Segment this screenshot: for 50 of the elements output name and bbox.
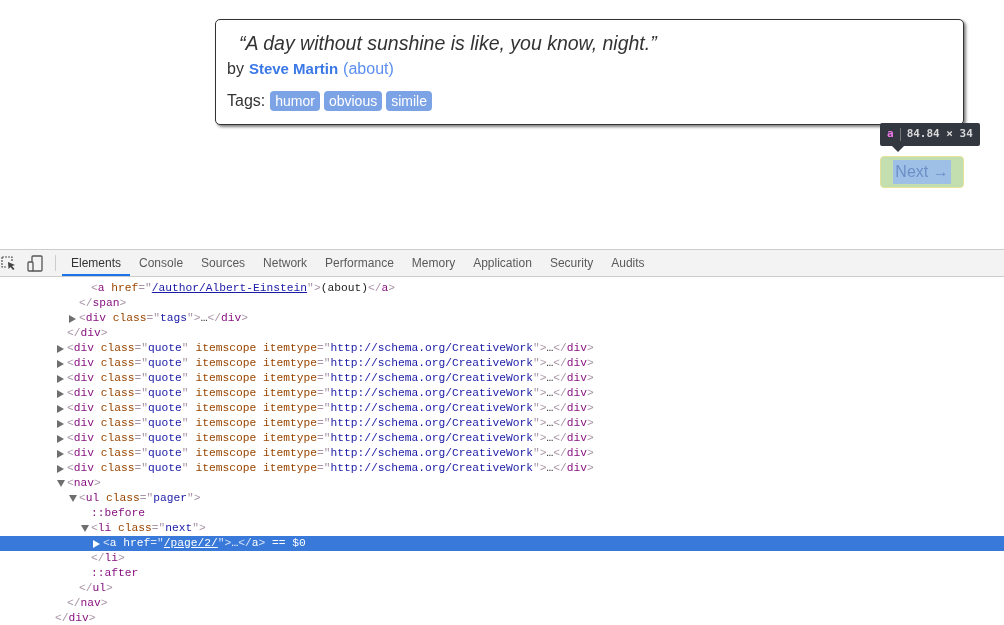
dom-node-line[interactable]: <div class="quote" itemscope itemtype="http://schema.org/CreativeWork">…</div> xyxy=(67,446,594,461)
dom-node-line[interactable]: </nav> xyxy=(67,596,108,611)
dom-node-line[interactable]: ::before xyxy=(91,506,145,521)
device-toolbar-icon[interactable] xyxy=(27,255,43,272)
expanded-triangle-icon[interactable] xyxy=(69,495,77,502)
devtools-tab[interactable]: Application xyxy=(464,250,541,276)
collapsed-triangle-icon[interactable] xyxy=(69,315,76,323)
collapsed-triangle-icon[interactable] xyxy=(57,360,64,368)
dom-node-line[interactable]: ::after xyxy=(91,566,139,581)
devtools-tab[interactable]: Performance xyxy=(316,250,403,276)
dom-node-line[interactable]: <div class="quote" itemscope itemtype="http://schema.org/CreativeWork">…</div> xyxy=(67,401,594,416)
collapsed-triangle-icon[interactable] xyxy=(57,450,64,458)
collapsed-triangle-icon[interactable] xyxy=(57,345,64,353)
author-name: Steve Martin xyxy=(248,59,339,79)
collapsed-triangle-icon[interactable] xyxy=(57,375,64,383)
dom-node-line[interactable]: <div class="quote" itemscope itemtype="http://schema.org/CreativeWork">…</div> xyxy=(67,371,594,386)
devtools-tab[interactable]: Sources xyxy=(192,250,255,276)
inspect-tooltip: a 84.84 × 34 xyxy=(880,123,980,146)
dom-node-line[interactable]: <nav> xyxy=(67,476,101,491)
quote-text: “A day without sunshine is like, you know, night.” xyxy=(238,31,657,56)
dom-node-line[interactable]: <div class="quote" itemscope itemtype="http://schema.org/CreativeWork">…</div> xyxy=(67,356,594,371)
dom-node-line[interactable]: <div class="tags">…</div> xyxy=(79,311,248,326)
dom-node-line[interactable]: <div class="quote" itemscope itemtype="http://schema.org/CreativeWork">…</div> xyxy=(67,461,594,476)
dom-node-line[interactable]: </span> xyxy=(79,296,127,311)
dom-node-line[interactable]: </div> xyxy=(67,326,108,341)
devtools-tab[interactable]: Audits xyxy=(602,250,654,276)
dom-node-line[interactable]: <div class="quote" itemscope itemtype="http://schema.org/CreativeWork">…</div> xyxy=(67,386,594,401)
dom-node-line[interactable]: <ul class="pager"> xyxy=(79,491,201,506)
dom-node-line[interactable]: </ul> xyxy=(79,581,113,596)
expanded-triangle-icon[interactable] xyxy=(57,480,65,487)
collapsed-triangle-icon[interactable] xyxy=(57,390,64,398)
tags-label: Tags: xyxy=(227,91,266,111)
dom-node-line[interactable]: <a href="/author/Albert-Einstein">(about)</a> xyxy=(91,281,395,296)
collapsed-triangle-icon[interactable] xyxy=(57,465,64,473)
devtools-tab[interactable]: Console xyxy=(130,250,193,276)
collapsed-triangle-icon[interactable] xyxy=(57,435,64,443)
dom-node-line[interactable]: <div class="quote" itemscope itemtype="http://schema.org/CreativeWork">…</div> xyxy=(67,431,594,446)
devtools-tab[interactable]: Memory xyxy=(402,250,465,276)
devtools-tab[interactable]: Security xyxy=(540,250,603,276)
collapsed-triangle-icon[interactable] xyxy=(57,405,64,413)
collapsed-triangle-icon[interactable] xyxy=(57,420,64,428)
devtools-tab[interactable]: Network xyxy=(254,250,317,276)
dom-node-line[interactable]: <div class="quote" itemscope itemtype="http://schema.org/CreativeWork">…</div> xyxy=(67,416,594,431)
dom-node-line[interactable]: </div> xyxy=(55,611,96,625)
dom-node-line[interactable]: </li> xyxy=(91,551,125,566)
inspect-element-icon[interactable] xyxy=(1,256,16,271)
dom-node-line[interactable]: <div class="quote" itemscope itemtype="http://schema.org/CreativeWork">…</div> xyxy=(67,341,594,356)
by-label: by xyxy=(227,59,244,79)
devtools-tab[interactable]: Elements xyxy=(62,250,131,276)
dom-node-line[interactable]: <li class="next"> xyxy=(91,521,206,536)
